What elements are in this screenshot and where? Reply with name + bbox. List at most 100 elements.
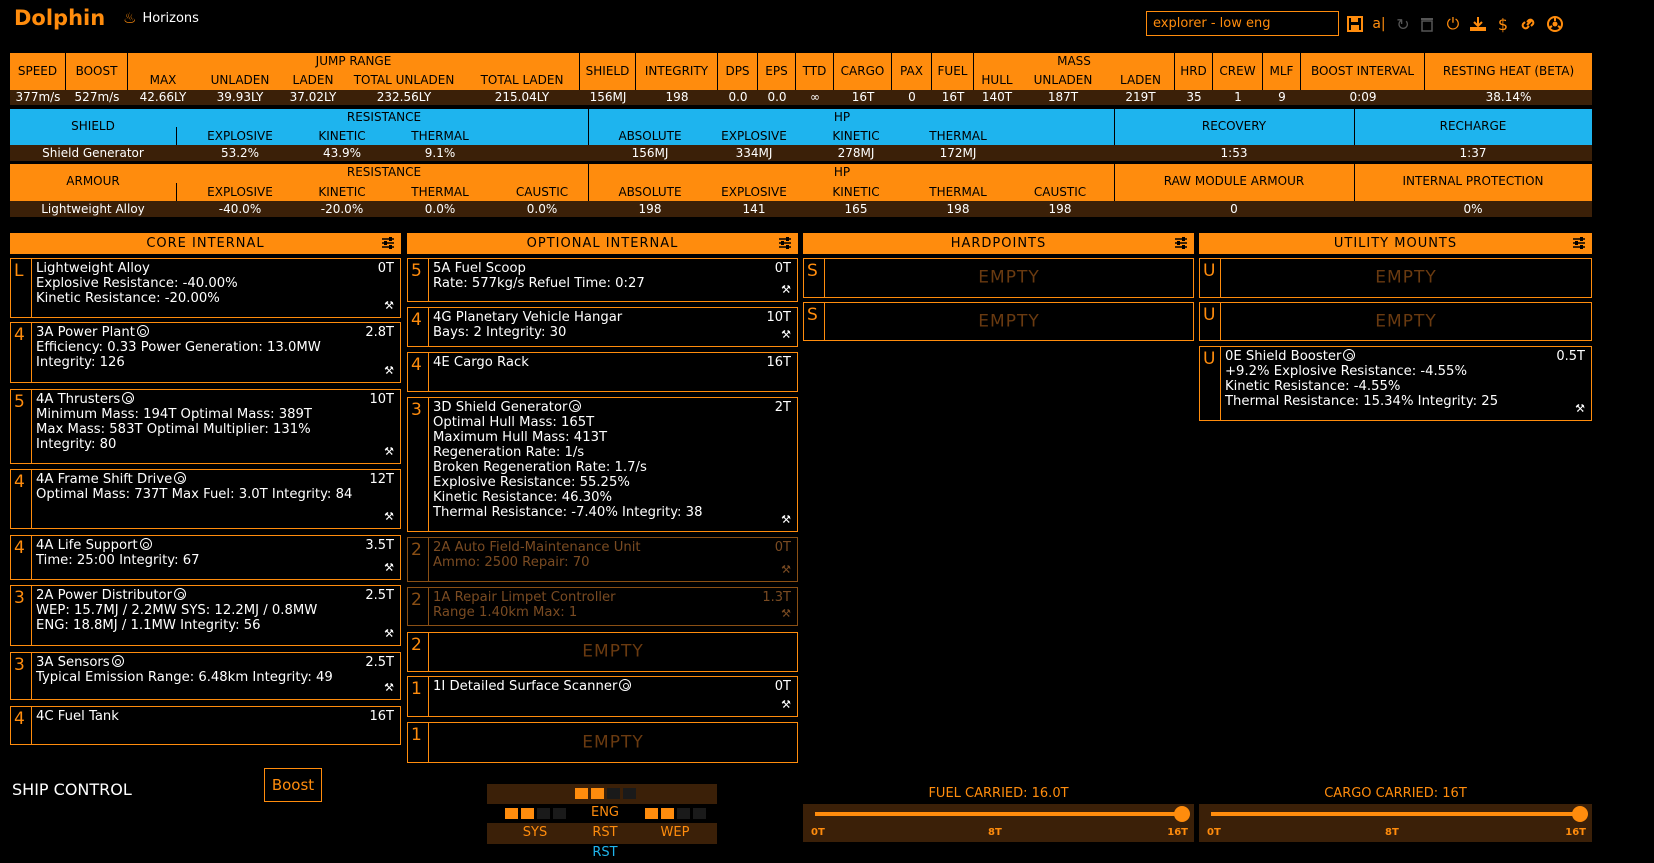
game-mode[interactable]: ♨ Horizons bbox=[123, 9, 199, 27]
eng-pip[interactable] bbox=[575, 788, 588, 799]
slot-body[interactable]: 3D Shield Generator Optimal Hull Mass: 16… bbox=[428, 398, 797, 531]
module-slot[interactable]: 2 0T ⚒ 2A Auto Field-Maintenance Unit Ammo: … bbox=[407, 537, 798, 582]
slot-body[interactable]: 4A Frame Shift Drive Optimal Mass: 737T M… bbox=[31, 470, 400, 528]
wep-label[interactable]: WEP bbox=[645, 825, 705, 840]
eng-pip[interactable] bbox=[591, 788, 604, 799]
delete-icon[interactable] bbox=[1417, 14, 1437, 34]
sys-pip[interactable] bbox=[505, 808, 518, 819]
wep-pip[interactable] bbox=[693, 808, 706, 819]
optional-internal-title: OPTIONAL INTERNAL bbox=[526, 236, 679, 251]
wep-pip[interactable] bbox=[645, 808, 658, 819]
slot-body[interactable]: 4A Thrusters Minimum Mass: 194T Optimal M… bbox=[31, 390, 400, 463]
optional-internal-header[interactable]: OPTIONAL INTERNAL bbox=[407, 233, 798, 254]
empty-slot[interactable]: S EMPTY bbox=[803, 302, 1194, 341]
module-name: 1I Detailed Surface Scanner bbox=[433, 679, 618, 694]
empty-slot[interactable]: 1 EMPTY bbox=[407, 722, 798, 763]
slot-body[interactable]: 2A Auto Field-Maintenance Unit Ammo: 2500… bbox=[428, 538, 797, 581]
power-icon[interactable]: ⏻ bbox=[1443, 14, 1463, 34]
slot-body[interactable]: 4C Fuel Tank bbox=[31, 707, 400, 744]
empty-slot[interactable]: U EMPTY bbox=[1199, 258, 1592, 298]
module-slot[interactable]: U 0.5T ⚒ 0E Shield Booster +9.2% Explosive R… bbox=[1199, 346, 1592, 421]
ttd-header: TTD bbox=[796, 53, 834, 90]
slot-body[interactable]: 1I Detailed Surface Scanner bbox=[428, 677, 797, 716]
eng-label[interactable]: ENG bbox=[575, 805, 635, 820]
sys-pip[interactable] bbox=[521, 808, 534, 819]
slot-body[interactable]: EMPTY bbox=[428, 723, 797, 762]
reload-icon[interactable]: ↻ bbox=[1393, 14, 1413, 34]
slot-body[interactable]: 0E Shield Booster +9.2% Explosive Resista… bbox=[1220, 347, 1591, 420]
module-slot[interactable]: 2 1.3T ⚒ 1A Repair Limpet Controller Range 1… bbox=[407, 587, 798, 626]
empty-slot[interactable]: 2 EMPTY bbox=[407, 632, 798, 672]
armour-absolute-label: ABSOLUTE bbox=[618, 185, 682, 199]
cargo-mid-tick: 8T bbox=[1385, 827, 1399, 838]
slot-body[interactable]: EMPTY bbox=[1220, 259, 1591, 297]
slot-body[interactable]: EMPTY bbox=[824, 259, 1193, 297]
slot-body[interactable]: EMPTY bbox=[1220, 303, 1591, 340]
eng-pip[interactable] bbox=[623, 788, 636, 799]
module-slot[interactable]: 4 16T 4E Cargo Rack bbox=[407, 352, 798, 392]
hardpoints-header[interactable]: HARDPOINTS bbox=[803, 233, 1194, 254]
core-internal-header[interactable]: CORE INTERNAL bbox=[10, 233, 401, 254]
empty-slot[interactable]: U EMPTY bbox=[1199, 302, 1592, 341]
fuel-slider-handle[interactable] bbox=[1174, 806, 1190, 822]
shield-recovery-label: RECOVERY bbox=[1201, 119, 1267, 133]
slot-body[interactable]: 1A Repair Limpet Controller Range 1.40km … bbox=[428, 588, 797, 625]
dollar-icon[interactable]: $ bbox=[1493, 14, 1513, 34]
module-slot[interactable]: 4 12T ⚒ 4A Frame Shift Drive Optimal Mass: 7… bbox=[10, 469, 401, 529]
jr-total-unladen-value: 232.56LY bbox=[376, 90, 432, 104]
slot-body[interactable]: EMPTY bbox=[824, 303, 1193, 340]
module-slot[interactable]: 4 10T ⚒ 4G Planetary Vehicle Hangar Bays: 2 … bbox=[407, 307, 798, 347]
slot-class: 3 bbox=[14, 655, 25, 675]
slot-body[interactable]: 4E Cargo Rack bbox=[428, 353, 797, 391]
sliders-icon[interactable] bbox=[778, 236, 792, 250]
jr-total-laden-value: 215.04LY bbox=[494, 90, 550, 104]
module-slot[interactable]: L 0T ⚒ Lightweight Alloy Explosive Resistanc… bbox=[10, 258, 401, 318]
module-slot[interactable]: 3 2.5T ⚒ 3A Sensors Typical Emission Range: … bbox=[10, 652, 401, 700]
fuel-slider[interactable]: 0T 8T 16T bbox=[803, 804, 1194, 842]
cargo-slider[interactable]: 0T 8T 16T bbox=[1199, 804, 1592, 842]
fuel-min-tick: 0T bbox=[811, 827, 825, 838]
slot-body[interactable]: 4G Planetary Vehicle Hangar Bays: 2 Integ… bbox=[428, 308, 797, 346]
rename-icon[interactable]: a| bbox=[1369, 14, 1389, 34]
armour-thermal-hp: 198 bbox=[946, 202, 970, 216]
sliders-icon[interactable] bbox=[1174, 236, 1188, 250]
slot-body[interactable]: Lightweight Alloy Explosive Resistance: -… bbox=[31, 259, 400, 317]
module-slot[interactable]: 4 3.5T ⚒ 4A Life Support Time: 25:00 Integri… bbox=[10, 535, 401, 580]
module-slot[interactable]: 5 0T ⚒ 5A Fuel Scoop Rate: 577kg/s Refuel Ti… bbox=[407, 258, 798, 302]
sliders-icon[interactable] bbox=[381, 236, 395, 250]
module-slot[interactable]: 3 2T ⚒ 3D Shield Generator Optimal Hull Mass… bbox=[407, 397, 798, 532]
sliders-icon[interactable] bbox=[1572, 236, 1586, 250]
module-slot[interactable]: 3 2.5T ⚒ 2A Power Distributor WEP: 15.7MJ / … bbox=[10, 585, 401, 646]
slot-body[interactable]: 3A Sensors Typical Emission Range: 6.48km… bbox=[31, 653, 400, 699]
module-slot[interactable]: 4 2.8T ⚒ 3A Power Plant Efficiency: 0.33 Pow… bbox=[10, 322, 401, 383]
slot-class: 4 bbox=[14, 325, 25, 345]
wep-pip[interactable] bbox=[661, 808, 674, 819]
sys-label[interactable]: SYS bbox=[505, 825, 565, 840]
utility-mounts-header[interactable]: UTILITY MOUNTS bbox=[1199, 233, 1592, 254]
rst-pips-link[interactable]: RST bbox=[575, 845, 635, 860]
slot-body[interactable]: 2A Power Distributor WEP: 15.7MJ / 2.2MW … bbox=[31, 586, 400, 645]
sys-pip[interactable] bbox=[537, 808, 550, 819]
build-name-input[interactable] bbox=[1146, 11, 1339, 36]
empty-slot[interactable]: S EMPTY bbox=[803, 258, 1194, 298]
save-icon[interactable] bbox=[1345, 14, 1365, 34]
slot-body[interactable]: 4A Life Support Time: 25:00 Integrity: 67 bbox=[31, 536, 400, 579]
eng-pip[interactable] bbox=[607, 788, 620, 799]
shield-kinetic-hp: 278MJ bbox=[837, 146, 875, 160]
export-icon[interactable] bbox=[1468, 14, 1488, 34]
cargo-slider-track[interactable] bbox=[1211, 812, 1580, 816]
rst-label[interactable]: RST bbox=[575, 825, 635, 840]
slot-body[interactable]: 3A Power Plant Efficiency: 0.33 Power Gen… bbox=[31, 323, 400, 382]
fuel-slider-track[interactable] bbox=[815, 812, 1182, 816]
link-icon[interactable] bbox=[1518, 14, 1538, 34]
cargo-slider-handle[interactable] bbox=[1572, 806, 1588, 822]
wep-pip[interactable] bbox=[677, 808, 690, 819]
settings-icon[interactable] bbox=[1545, 14, 1565, 34]
module-slot[interactable]: 5 10T ⚒ 4A Thrusters Minimum Mass: 194T Opti… bbox=[10, 389, 401, 464]
boost-button[interactable]: Boost bbox=[264, 768, 322, 802]
module-slot[interactable]: 1 0T ⚒ 1I Detailed Surface Scanner bbox=[407, 676, 798, 717]
sys-pip[interactable] bbox=[553, 808, 566, 819]
slot-body[interactable]: 5A Fuel Scoop Rate: 577kg/s Refuel Time: … bbox=[428, 259, 797, 301]
slot-body[interactable]: EMPTY bbox=[428, 633, 797, 671]
module-slot[interactable]: 4 16T 4C Fuel Tank bbox=[10, 706, 401, 745]
